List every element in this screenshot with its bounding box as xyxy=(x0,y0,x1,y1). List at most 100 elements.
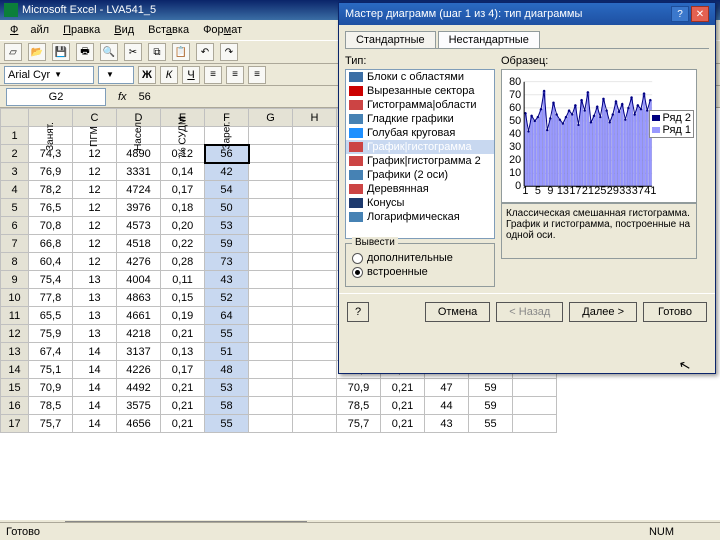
row-header[interactable]: 6 xyxy=(1,217,29,235)
cell[interactable]: 0,15 xyxy=(161,289,205,307)
cell[interactable]: 0,21 xyxy=(161,379,205,397)
cell[interactable]: 50 xyxy=(205,199,249,217)
cell[interactable]: 13 xyxy=(73,325,117,343)
cell[interactable]: 0,17 xyxy=(161,181,205,199)
cell[interactable]: 3331 xyxy=(117,163,161,181)
row-header[interactable]: 2 xyxy=(1,145,29,163)
chart-type-item[interactable]: Блоки с областями xyxy=(346,70,494,84)
cell[interactable]: 58 xyxy=(205,397,249,415)
cell[interactable]: 4004 xyxy=(117,271,161,289)
cell[interactable] xyxy=(249,379,293,397)
undo-icon[interactable]: ↶ xyxy=(196,43,214,61)
col-header[interactable]: H xyxy=(293,109,337,127)
cell[interactable]: 4218 xyxy=(117,325,161,343)
cell[interactable] xyxy=(293,289,337,307)
header-cell[interactable] xyxy=(249,127,293,145)
cell[interactable] xyxy=(249,289,293,307)
cell[interactable] xyxy=(293,145,337,163)
row-header[interactable]: 5 xyxy=(1,199,29,217)
cell[interactable]: 0,20 xyxy=(161,217,205,235)
save-icon[interactable]: 💾 xyxy=(52,43,70,61)
cell[interactable]: 14 xyxy=(73,361,117,379)
cell[interactable]: 64 xyxy=(205,307,249,325)
cell[interactable] xyxy=(293,199,337,217)
cell[interactable]: 43 xyxy=(205,271,249,289)
cell[interactable]: 0,28 xyxy=(161,253,205,271)
chart-type-item[interactable]: Голубая круговая xyxy=(346,126,494,140)
chart-type-list[interactable]: Блоки с областямиВырезанные сектораГисто… xyxy=(345,69,495,239)
cell[interactable]: 3976 xyxy=(117,199,161,217)
open-icon[interactable]: 📂 xyxy=(28,43,46,61)
cell[interactable] xyxy=(293,361,337,379)
cell[interactable]: 14 xyxy=(73,397,117,415)
cell[interactable]: 75,7 xyxy=(337,415,381,433)
chart-type-item[interactable]: Вырезанные сектора xyxy=(346,84,494,98)
chart-type-item[interactable]: Деревянная xyxy=(346,182,494,196)
chart-type-item[interactable]: График|гистограмма xyxy=(346,140,494,154)
header-cell[interactable]: ПГМ xyxy=(73,127,117,145)
italic-icon[interactable]: К xyxy=(160,66,178,84)
cell[interactable]: 0,22 xyxy=(161,235,205,253)
cell[interactable] xyxy=(293,343,337,361)
cell[interactable]: 13 xyxy=(73,271,117,289)
cell[interactable]: 14 xyxy=(73,379,117,397)
header-cell[interactable]: Зарег. xyxy=(205,127,249,145)
cell[interactable]: 55 xyxy=(205,325,249,343)
cell[interactable] xyxy=(293,397,337,415)
paste-icon[interactable]: 📋 xyxy=(172,43,190,61)
cell[interactable]: 0,21 xyxy=(381,379,425,397)
cell[interactable] xyxy=(249,343,293,361)
cell[interactable]: 73 xyxy=(205,253,249,271)
dialog-close-button[interactable]: ✕ xyxy=(691,6,709,22)
row-header[interactable]: 11 xyxy=(1,307,29,325)
cell[interactable] xyxy=(513,415,557,433)
align-right-icon[interactable]: ≡ xyxy=(248,66,266,84)
row-header[interactable]: 9 xyxy=(1,271,29,289)
cell[interactable]: 0,13 xyxy=(161,343,205,361)
cell[interactable]: 78,5 xyxy=(29,397,73,415)
cell[interactable]: 3137 xyxy=(117,343,161,361)
cell[interactable]: 78,2 xyxy=(29,181,73,199)
cell[interactable]: 0,11 xyxy=(161,271,205,289)
cell[interactable]: 0,21 xyxy=(161,415,205,433)
menu-edit[interactable]: Правка xyxy=(57,22,106,38)
cell[interactable]: 4656 xyxy=(117,415,161,433)
align-center-icon[interactable]: ≡ xyxy=(226,66,244,84)
cell[interactable]: 12 xyxy=(73,145,117,163)
cell[interactable] xyxy=(249,235,293,253)
cell[interactable] xyxy=(249,199,293,217)
cell[interactable]: 76,9 xyxy=(29,163,73,181)
chart-type-item[interactable]: Конусы xyxy=(346,196,494,210)
chart-type-item[interactable]: График|гистограмма 2 xyxy=(346,154,494,168)
cell[interactable]: 0,18 xyxy=(161,199,205,217)
preview-icon[interactable]: 🔍 xyxy=(100,43,118,61)
cell[interactable] xyxy=(249,307,293,325)
cell[interactable]: 78,5 xyxy=(337,397,381,415)
cell[interactable] xyxy=(293,325,337,343)
row-header[interactable]: 17 xyxy=(1,415,29,433)
cell[interactable]: 4226 xyxy=(117,361,161,379)
cell[interactable]: 0,17 xyxy=(161,361,205,379)
cell[interactable]: 75,1 xyxy=(29,361,73,379)
cell[interactable]: 14 xyxy=(73,415,117,433)
cell[interactable]: 42 xyxy=(205,163,249,181)
cell[interactable]: 55 xyxy=(205,415,249,433)
cell[interactable]: 48 xyxy=(205,361,249,379)
menu-view[interactable]: Вид xyxy=(108,22,140,38)
fx-icon[interactable]: fx xyxy=(118,91,127,103)
cell[interactable]: 70,9 xyxy=(337,379,381,397)
cell[interactable]: 0,14 xyxy=(161,163,205,181)
bold-icon[interactable]: Ж xyxy=(138,66,156,84)
align-left-icon[interactable]: ≡ xyxy=(204,66,222,84)
copy-icon[interactable]: ⧉ xyxy=(148,43,166,61)
cell[interactable]: 0,21 xyxy=(161,397,205,415)
cell[interactable]: 14 xyxy=(73,343,117,361)
cell[interactable]: 59 xyxy=(469,379,513,397)
cut-icon[interactable]: ✂ xyxy=(124,43,142,61)
menu-insert[interactable]: Вставка xyxy=(142,22,195,38)
cell[interactable]: 52 xyxy=(205,289,249,307)
cell[interactable] xyxy=(293,181,337,199)
cell[interactable]: 44 xyxy=(425,397,469,415)
cell[interactable]: 77,8 xyxy=(29,289,73,307)
menu-file[interactable]: Файл xyxy=(4,22,55,38)
